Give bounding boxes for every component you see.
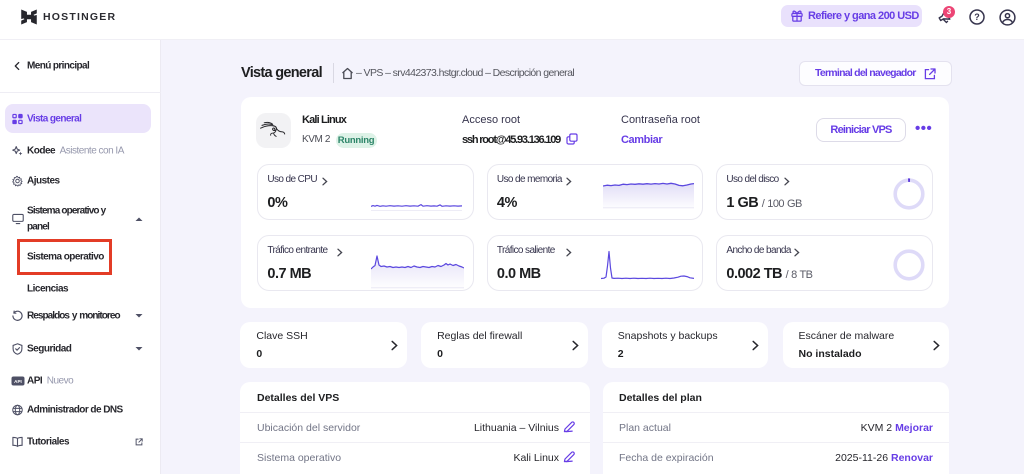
svg-text:?: ? xyxy=(974,12,980,22)
svg-text:API: API xyxy=(14,379,22,384)
